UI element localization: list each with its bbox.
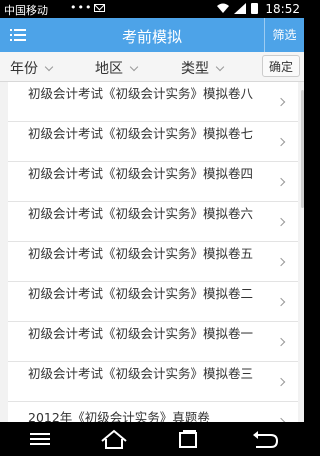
list-item[interactable]: 初级会计考试《初级会计实务》模拟卷六 [8, 202, 298, 242]
signal-icon [234, 3, 246, 14]
list-scrollbar[interactable] [301, 90, 304, 208]
mail-icon [94, 4, 105, 12]
carrier-label: 中国移动 [4, 4, 48, 17]
chevron-right-icon [276, 137, 286, 147]
chevron-down-icon [44, 62, 54, 72]
region-dropdown-label: 地区 [95, 61, 123, 77]
notification-dots: ••• [70, 1, 93, 14]
system-nav-bar [0, 422, 304, 456]
list-item-label: 初级会计考试《初级会计实务》模拟卷八 [28, 86, 254, 101]
list-item-label: 初级会计考试《初级会计实务》模拟卷四 [28, 166, 254, 181]
list-item[interactable]: 初级会计考试《初级会计实务》模拟卷二 [8, 282, 298, 322]
clock: 18:52 [265, 2, 300, 16]
home-icon[interactable] [94, 422, 134, 456]
year-dropdown-label: 年份 [10, 61, 38, 77]
chevron-right-icon [276, 177, 286, 187]
chevron-down-icon [129, 62, 139, 72]
status-bar: 中国移动 ••• 18:52 [0, 0, 304, 18]
region-dropdown[interactable]: 地区 [95, 58, 139, 78]
chevron-right-icon [276, 217, 286, 227]
battery-icon [251, 3, 258, 14]
list-item[interactable]: 2012年《初级会计实务》真题卷 [8, 402, 298, 422]
chevron-right-icon [276, 257, 286, 267]
app-header: 考前模拟 筛选 [0, 18, 304, 52]
filter-button[interactable]: 筛选 [264, 18, 304, 52]
list-item-label: 初级会计考试《初级会计实务》模拟卷六 [28, 206, 254, 221]
list-item-label: 初级会计考试《初级会计实务》模拟卷一 [28, 326, 254, 341]
list-item[interactable]: 初级会计考试《初级会计实务》模拟卷七 [8, 122, 298, 162]
type-dropdown-label: 类型 [181, 61, 209, 77]
list-item[interactable]: 初级会计考试《初级会计实务》模拟卷五 [8, 242, 298, 282]
type-dropdown[interactable]: 类型 [181, 58, 225, 78]
chevron-right-icon [276, 297, 286, 307]
list-item-label: 初级会计考试《初级会计实务》模拟卷三 [28, 366, 254, 381]
list-item[interactable]: 初级会计考试《初级会计实务》模拟卷一 [8, 322, 298, 362]
chevron-right-icon [276, 337, 286, 347]
menu-icon[interactable] [20, 422, 60, 456]
chevron-right-icon [276, 377, 286, 387]
exam-list: 初级会计考试《初级会计实务》模拟卷八 初级会计考试《初级会计实务》模拟卷七 初级… [8, 82, 298, 422]
screen: 中国移动 ••• 18:52 考前模拟 筛选 年份 地区 类型 确定 初级会计考… [0, 0, 304, 456]
wifi-icon [217, 3, 229, 13]
list-item-label: 初级会计考试《初级会计实务》模拟卷五 [28, 246, 254, 261]
recent-apps-icon[interactable] [168, 422, 208, 456]
page-title: 考前模拟 [121, 28, 182, 46]
list-item-label: 2012年《初级会计实务》真题卷 [28, 410, 210, 422]
chevron-right-icon [276, 97, 286, 107]
back-icon[interactable] [244, 422, 284, 456]
year-dropdown[interactable]: 年份 [10, 58, 54, 78]
confirm-button[interactable]: 确定 [262, 55, 300, 77]
list-item-label: 初级会计考试《初级会计实务》模拟卷七 [28, 126, 254, 141]
list-item[interactable]: 初级会计考试《初级会计实务》模拟卷三 [8, 362, 298, 402]
list-item[interactable]: 初级会计考试《初级会计实务》模拟卷四 [8, 162, 298, 202]
filter-bar: 年份 地区 类型 确定 [0, 52, 304, 82]
chevron-down-icon [215, 62, 225, 72]
list-item-label: 初级会计考试《初级会计实务》模拟卷二 [28, 286, 254, 301]
list-item[interactable]: 初级会计考试《初级会计实务》模拟卷八 [8, 82, 298, 122]
